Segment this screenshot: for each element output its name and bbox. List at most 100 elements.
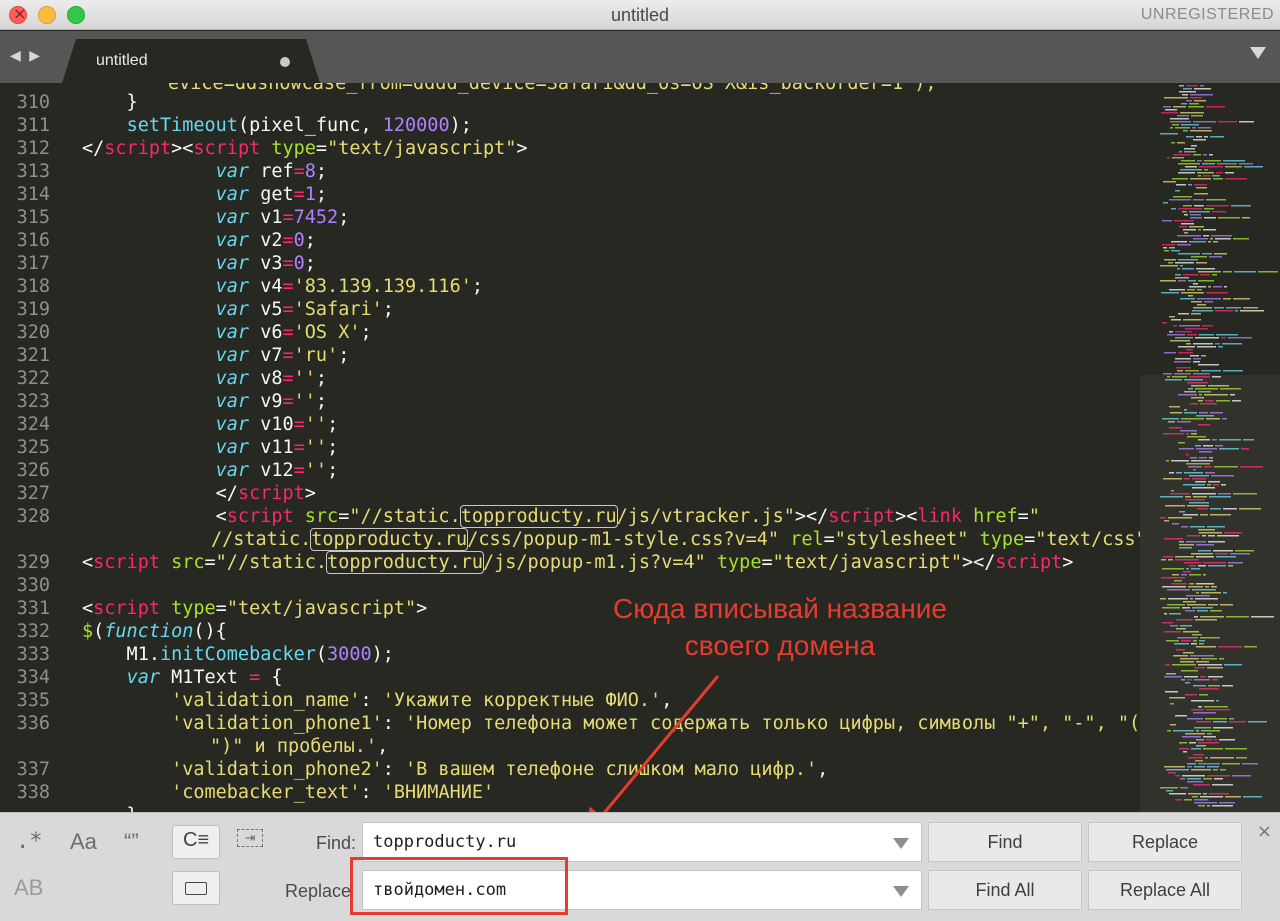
minimap-stroke [1204,217,1216,219]
minimap-stroke [1208,241,1211,243]
minimap-stroke [1197,298,1221,300]
minimap-stroke [1185,166,1197,168]
minimap-stroke [1183,88,1192,90]
minimap-stroke [1173,196,1192,198]
find-input-value: topproducty.ru [373,832,517,852]
minimap-stroke [1190,178,1211,180]
find-button[interactable]: Find [928,822,1082,862]
code-line: 316 var v2=0; [16,230,316,251]
minimap-stroke [1175,262,1194,264]
code-line: 326 var v12=''; [16,460,339,481]
wrap-icon: C≡ [183,829,210,851]
minimap-stroke [1171,319,1181,321]
minimap-stroke [1175,277,1189,279]
minimap-stroke [1180,169,1202,171]
code-editor[interactable]: evice=ddshowcase_from=dddd_device=Safari… [0,83,1280,812]
minimap-stroke [1233,238,1249,240]
minimap-stroke [1160,133,1178,135]
minimap-stroke [1191,115,1203,117]
minimap-stroke [1191,301,1202,303]
minimap-stroke [1181,292,1204,294]
replace-all-button[interactable]: Replace All [1088,870,1242,910]
minimap-stroke [1163,247,1167,249]
minimap-stroke [1190,97,1202,99]
minimap-stroke [1218,121,1237,123]
regex-toggle[interactable]: .* [16,829,43,854]
minimap-stroke [1196,136,1202,138]
minimap-stroke [1162,322,1167,324]
minimap-stroke [1186,136,1194,138]
minimap-stroke [1201,370,1221,372]
wrap-toggle[interactable]: C≡ [172,825,220,859]
minimap-stroke [1163,202,1168,204]
minimap-stroke [1222,343,1242,345]
minimap-stroke [1172,157,1184,159]
code-line: ")" и пробелы.', [210,736,389,757]
minimap-stroke [1172,124,1179,126]
unsaved-dot-icon[interactable] [280,57,290,67]
minimap-stroke [1161,292,1179,294]
code-line: 315 var v1=7452; [16,207,350,228]
minimap-stroke [1223,160,1245,162]
whole-word-toggle[interactable]: “” [124,829,139,855]
minimap-stroke [1203,154,1207,156]
highlight-matches-toggle[interactable] [172,871,220,905]
minimap-stroke [1183,319,1201,321]
minimap-stroke [1198,280,1214,282]
minimap-stroke [1203,229,1216,231]
minimap-stroke [1170,118,1189,120]
minimap-stroke [1196,187,1207,189]
minimap-stroke [1192,310,1213,312]
minimap-stroke [1193,154,1201,156]
tab-navigation-arrows-icon[interactable]: ◀ ▶ [10,48,42,64]
minimap-stroke [1225,172,1234,174]
code-line: 327 </script> [16,483,316,504]
minimap-stroke [1177,244,1191,246]
minimap-stroke [1234,271,1256,273]
minimap-stroke [1190,214,1201,216]
minimap-stroke [1191,256,1207,258]
minimap-stroke [1160,280,1176,282]
minimap-stroke [1203,235,1209,237]
close-panel-icon[interactable]: × [1257,821,1272,842]
minimap-stroke [1233,298,1250,300]
minimap-stroke [1176,367,1191,369]
code-line: 337 'validation_phone2': 'В вашем телефо… [16,759,829,780]
minimap-stroke [1194,100,1206,102]
minimap-viewport[interactable] [1140,375,1280,812]
replace-button[interactable]: Replace [1088,822,1242,862]
preserve-case-toggle[interactable]: AB [14,875,43,901]
minimap-stroke [1173,106,1186,108]
find-all-button[interactable]: Find All [928,870,1082,910]
minimap-stroke [1213,178,1223,180]
minimap-stroke [1216,334,1238,336]
minimap-stroke [1175,274,1181,276]
minimap-stroke [1169,247,1175,249]
minimap-stroke [1209,256,1222,258]
minimap-stroke [1193,139,1206,141]
minimap-stroke [1196,268,1215,270]
minimap-stroke [1193,199,1204,201]
license-status: UNREGISTERED [1140,6,1274,23]
minimap-stroke [1187,289,1195,291]
minimap-stroke [1180,112,1204,114]
highlight-matches-icon [185,882,207,895]
minimap-stroke [1209,154,1213,156]
minimap-stroke [1169,199,1191,201]
code-line: 338 'comebacker_text': 'ВНИМАНИЕ' [16,782,495,803]
minimap-stroke [1206,292,1228,294]
minimap-stroke [1225,166,1242,168]
case-sensitive-toggle[interactable]: Aa [70,829,97,855]
replace-history-dropdown-icon[interactable] [893,886,909,897]
code-line: 322 var v8=''; [16,368,328,389]
minimap-stroke [1190,355,1199,357]
minimap[interactable] [1140,83,1280,812]
minimap-stroke [1178,259,1198,261]
minimap-stroke [1162,244,1175,246]
tab-list-dropdown-icon[interactable] [1250,47,1266,59]
tab-untitled[interactable]: untitled [62,39,320,83]
find-input[interactable]: topproducty.ru [362,822,922,862]
find-history-dropdown-icon[interactable] [893,838,909,849]
minimap-stroke [1239,163,1253,165]
minimap-stroke [1177,235,1201,237]
